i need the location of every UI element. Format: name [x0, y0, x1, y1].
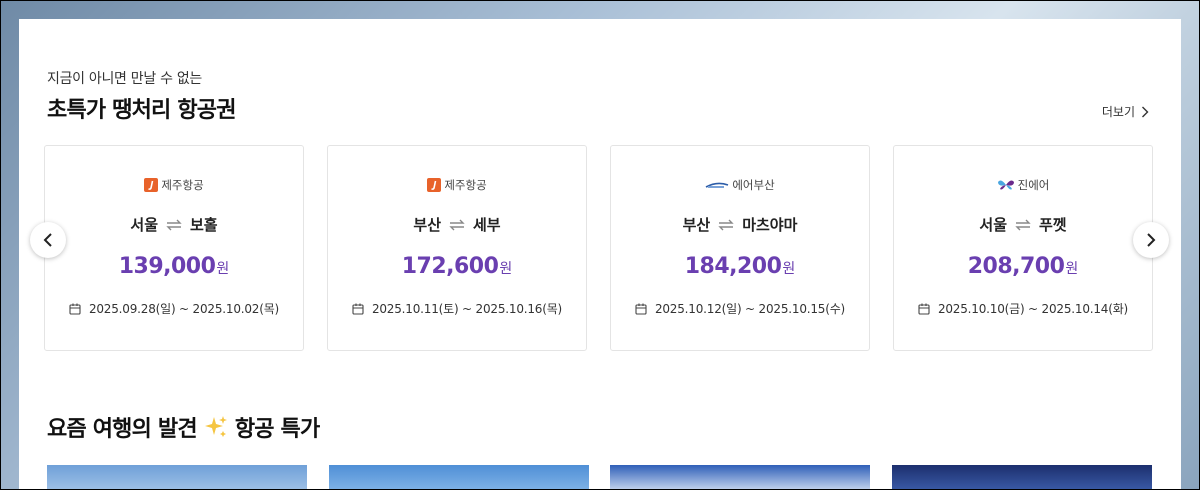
- price-value: 139,000: [118, 254, 216, 279]
- destination: 마츠야마: [742, 216, 798, 234]
- price: 172,600 원: [328, 254, 586, 279]
- airline-name: 제주항공: [444, 178, 487, 192]
- airline: 제주항공: [45, 177, 303, 193]
- airline-name: 제주항공: [161, 178, 204, 192]
- price-currency: 원: [1065, 261, 1079, 277]
- deal-thumbnail[interactable]: [892, 465, 1152, 490]
- airline-name: 진에어: [1017, 178, 1050, 192]
- jin-air-logo: [997, 180, 1014, 190]
- jeju-air-logo: [144, 178, 159, 192]
- travel-dates: 2025.10.12(일) ~ 2025.10.15(수): [611, 300, 869, 317]
- more-link-label: 더보기: [1101, 105, 1135, 119]
- air-busan-logo: [705, 182, 729, 188]
- price-currency: 원: [216, 261, 230, 277]
- chevron-right-icon: [1147, 233, 1156, 247]
- section-subtitle: 지금이 아니면 만날 수 없는: [47, 71, 202, 87]
- chevron-right-icon: [1142, 106, 1149, 117]
- origin: 서울: [979, 216, 1007, 234]
- round-trip-icon: [449, 219, 465, 230]
- deal-thumbnail[interactable]: [610, 465, 870, 490]
- airline: 진에어: [894, 177, 1152, 193]
- calendar-icon: [635, 303, 647, 315]
- price: 208,700 원: [894, 254, 1152, 279]
- price: 139,000 원: [45, 254, 303, 279]
- section2-title-suffix: 항공 특가: [234, 417, 320, 442]
- destination: 보홀: [190, 216, 218, 234]
- chevron-left-icon: [43, 233, 52, 247]
- date-range: 2025.09.28(일) ~ 2025.10.02(목): [88, 302, 280, 316]
- calendar-icon: [69, 303, 81, 315]
- content-panel: 지금이 아니면 만날 수 없는 초특가 땡처리 항공권 더보기 제주항공 서울 …: [19, 19, 1181, 490]
- route: 서울 푸껫: [894, 214, 1152, 235]
- route: 부산 세부: [328, 214, 586, 235]
- round-trip-icon: [166, 219, 182, 230]
- sparkles-icon: [204, 416, 227, 437]
- deal-card[interactable]: 에어부산 부산 마츠야마 184,200 원 2025.10.12(일) ~ 2…: [610, 145, 870, 351]
- travel-dates: 2025.09.28(일) ~ 2025.10.02(목): [45, 300, 303, 317]
- deal-card[interactable]: 진에어 서울 푸껫 208,700 원 2025.10.10(금) ~ 2025…: [893, 145, 1153, 351]
- deal-thumbnail[interactable]: [47, 465, 307, 490]
- more-link[interactable]: 더보기: [1102, 103, 1149, 120]
- price: 184,200 원: [611, 254, 869, 279]
- travel-dates: 2025.10.10(금) ~ 2025.10.14(화): [894, 300, 1152, 317]
- route: 부산 마츠야마: [611, 214, 869, 235]
- carousel-prev-button[interactable]: [30, 222, 66, 258]
- origin: 부산: [413, 216, 441, 234]
- date-range: 2025.10.12(일) ~ 2025.10.15(수): [654, 302, 846, 316]
- route: 서울 보홀: [45, 214, 303, 235]
- section2-title: 요즘 여행의 발견 항공 특가: [47, 411, 320, 443]
- section-title: 초특가 땡처리 항공권: [47, 98, 236, 123]
- price-value: 184,200: [684, 254, 782, 279]
- date-range: 2025.10.10(금) ~ 2025.10.14(화): [937, 302, 1129, 316]
- jeju-air-logo: [427, 178, 442, 192]
- destination: 푸껫: [1039, 216, 1067, 234]
- deal-thumbnail[interactable]: [329, 465, 589, 490]
- price-value: 172,600: [401, 254, 499, 279]
- travel-dates: 2025.10.11(토) ~ 2025.10.16(목): [328, 300, 586, 317]
- destination: 세부: [473, 216, 501, 234]
- price-currency: 원: [782, 261, 796, 277]
- airline-name: 에어부산: [732, 178, 775, 192]
- carousel-next-button[interactable]: [1133, 222, 1169, 258]
- price-value: 208,700: [967, 254, 1065, 279]
- date-range: 2025.10.11(토) ~ 2025.10.16(목): [371, 302, 563, 316]
- calendar-icon: [918, 303, 930, 315]
- airline: 에어부산: [611, 177, 869, 193]
- price-currency: 원: [499, 261, 513, 277]
- airline: 제주항공: [328, 177, 586, 193]
- calendar-icon: [352, 303, 364, 315]
- deal-card[interactable]: 제주항공 부산 세부 172,600 원 2025.10.11(토) ~ 202…: [327, 145, 587, 351]
- deal-card[interactable]: 제주항공 서울 보홀 139,000 원 2025.09.28(일) ~ 202…: [44, 145, 304, 351]
- origin: 서울: [130, 216, 158, 234]
- origin: 부산: [682, 216, 711, 234]
- round-trip-icon: [1015, 219, 1031, 230]
- round-trip-icon: [718, 219, 734, 230]
- section2-title-prefix: 요즘 여행의 발견: [47, 417, 198, 442]
